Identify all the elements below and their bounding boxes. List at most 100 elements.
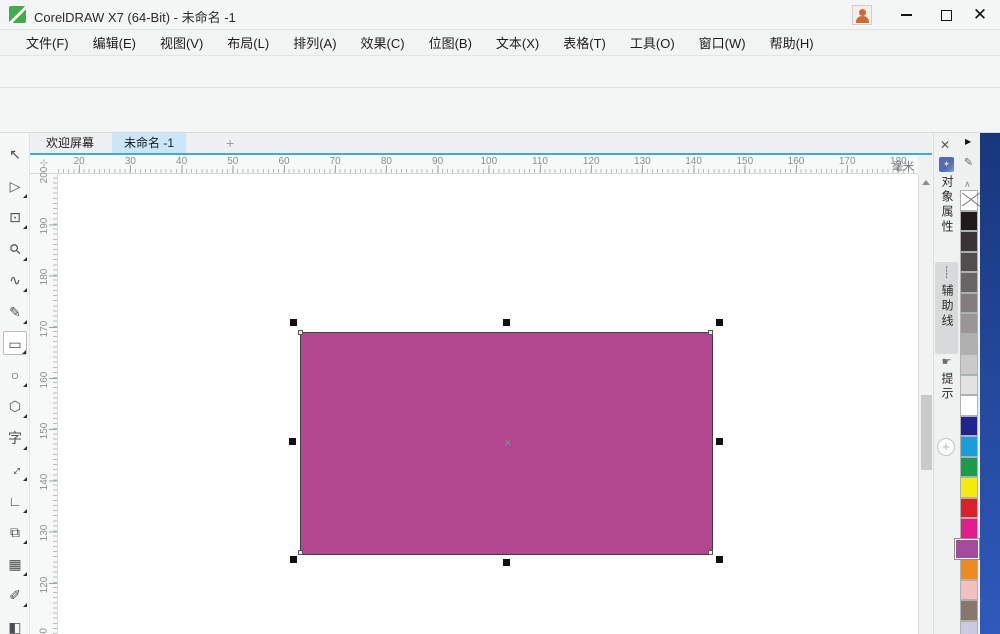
drop-shadow-tool[interactable]: ⧉ bbox=[3, 520, 27, 544]
swatch-cyan[interactable] bbox=[960, 436, 978, 457]
docker-tab-hints[interactable]: 提示 bbox=[939, 372, 956, 402]
swatch-no-color[interactable] bbox=[960, 190, 978, 211]
corner-node-tl[interactable] bbox=[298, 330, 303, 335]
swatch-green[interactable] bbox=[960, 457, 978, 478]
crop-tool-icon: ⊡ bbox=[9, 209, 21, 225]
shape-tool[interactable]: ▷ bbox=[3, 174, 27, 198]
vertical-scrollbar[interactable] bbox=[918, 174, 933, 634]
scrollbar-thumb[interactable] bbox=[921, 395, 932, 470]
ellipse-tool-icon: ○ bbox=[11, 367, 19, 383]
swatch-lavender[interactable] bbox=[960, 621, 978, 634]
v-ruler-label: 140 bbox=[39, 474, 50, 491]
selection-handle-bm[interactable] bbox=[503, 559, 510, 566]
v-ruler-label: 130 bbox=[39, 525, 50, 542]
menu-window[interactable]: 窗口(W) bbox=[687, 29, 758, 56]
swatch-black[interactable] bbox=[960, 211, 978, 232]
minimize-button[interactable] bbox=[884, 0, 928, 29]
selection-handle-br[interactable] bbox=[716, 556, 723, 563]
selection-handle-tr[interactable] bbox=[716, 319, 723, 326]
pick-tool[interactable]: ↖ bbox=[3, 142, 27, 166]
connector-tool[interactable]: ∟ bbox=[3, 489, 27, 513]
docker-close-icon[interactable]: ✕ bbox=[940, 138, 950, 152]
v-ruler-label: 180 bbox=[39, 269, 50, 286]
flyout-arrow bbox=[23, 509, 27, 513]
tab-untitled-1[interactable]: 未命名 -1 bbox=[112, 133, 186, 153]
user-account-icon[interactable] bbox=[852, 5, 872, 25]
selection-handle-mr[interactable] bbox=[716, 438, 723, 445]
corner-node-br[interactable] bbox=[708, 550, 713, 555]
h-ruler-label: 160 bbox=[788, 156, 805, 167]
palette-eyedropper-icon[interactable]: ✐ bbox=[961, 157, 974, 166]
text-tool[interactable]: 字 bbox=[3, 426, 27, 450]
swatch-black-20[interactable] bbox=[960, 375, 978, 396]
dimension-tool[interactable]: ↔ bbox=[3, 457, 27, 481]
guidelines-icon[interactable]: ┊ bbox=[939, 266, 954, 281]
h-ruler-label: 70 bbox=[330, 156, 341, 167]
swatch-blue[interactable] bbox=[960, 416, 978, 437]
selection-handle-bl[interactable] bbox=[290, 556, 297, 563]
swatch-yellow[interactable] bbox=[960, 477, 978, 498]
h-ruler-label: 150 bbox=[736, 156, 753, 167]
v-ruler-label: 200 bbox=[39, 167, 50, 184]
selection-handle-tl[interactable] bbox=[290, 319, 297, 326]
corner-node-bl[interactable] bbox=[298, 550, 303, 555]
swatch-brown[interactable] bbox=[960, 600, 978, 621]
new-tab-button[interactable]: + bbox=[226, 135, 234, 151]
scroll-up-arrow[interactable] bbox=[922, 180, 930, 185]
swatch-pink[interactable] bbox=[960, 580, 978, 601]
menu-table[interactable]: 表格(T) bbox=[551, 29, 618, 56]
freehand-tool[interactable]: ∿ bbox=[3, 268, 27, 292]
vertical-ruler[interactable]: 200190180170160150140130120110 bbox=[30, 174, 58, 634]
quick-customize-button[interactable]: + bbox=[937, 438, 955, 456]
menu-edit[interactable]: 编辑(E) bbox=[81, 29, 148, 56]
palette-flyout-arrow[interactable]: ▶ bbox=[965, 137, 971, 146]
eyedropper-tool[interactable]: ✐ bbox=[3, 583, 27, 607]
swatch-black-40[interactable] bbox=[960, 334, 978, 355]
corner-node-tr[interactable] bbox=[708, 330, 713, 335]
toolbox: ↖ ▷ ⊡ ⚲ ∿ ✎ ▭ ○ ⬡ 字 ↔ ∟ ⧉ ▦ ✐ ◧ bbox=[0, 133, 30, 634]
artistic-media-tool[interactable]: ✎ bbox=[3, 300, 27, 324]
polygon-tool[interactable]: ⬡ bbox=[3, 394, 27, 418]
swatch-magenta[interactable] bbox=[960, 518, 978, 539]
h-ruler-label: 80 bbox=[381, 156, 392, 167]
selection-handle-ml[interactable] bbox=[289, 438, 296, 445]
menu-layout[interactable]: 布局(L) bbox=[215, 29, 281, 56]
menu-view[interactable]: 视图(V) bbox=[148, 29, 215, 56]
menu-tools[interactable]: 工具(O) bbox=[618, 29, 687, 56]
menu-arrange[interactable]: 排列(A) bbox=[281, 29, 348, 56]
close-button[interactable]: ✕ bbox=[958, 0, 1000, 29]
crop-tool[interactable]: ⊡ bbox=[3, 205, 27, 229]
swatch-black-90[interactable] bbox=[960, 231, 978, 252]
object-center-mark[interactable]: ✕ bbox=[504, 438, 512, 449]
object-properties-icon[interactable]: ✦ bbox=[939, 157, 954, 172]
drawing-canvas[interactable]: ✕ bbox=[58, 174, 918, 634]
hints-icon[interactable]: ☛ bbox=[939, 355, 954, 370]
swatch-white[interactable] bbox=[960, 395, 978, 416]
swatch-black-80[interactable] bbox=[960, 252, 978, 273]
zoom-tool[interactable]: ⚲ bbox=[3, 237, 27, 261]
swatch-black-30[interactable] bbox=[960, 354, 978, 375]
menu-effects[interactable]: 效果(C) bbox=[349, 29, 417, 56]
swatch-black-50[interactable] bbox=[960, 313, 978, 334]
docker-tab-object-properties[interactable]: 对象属性 bbox=[939, 175, 956, 235]
swatch-purple[interactable] bbox=[955, 539, 979, 560]
swatch-red[interactable] bbox=[960, 498, 978, 519]
menu-bitmaps[interactable]: 位图(B) bbox=[417, 29, 484, 56]
swatch-black-60[interactable] bbox=[960, 293, 978, 314]
swatch-orange[interactable] bbox=[960, 559, 978, 580]
polygon-tool-icon: ⬡ bbox=[9, 398, 21, 414]
rectangle-tool[interactable]: ▭ bbox=[3, 331, 27, 355]
transparency-tool[interactable]: ▦ bbox=[3, 552, 27, 576]
docker-tab-guidelines[interactable]: 辅助线 bbox=[939, 284, 956, 329]
menu-help[interactable]: 帮助(H) bbox=[758, 29, 826, 56]
palette-scroll-up-icon[interactable]: ∧ bbox=[964, 179, 971, 190]
horizontal-ruler[interactable]: 毫米 2030405060708090100110120130140150160… bbox=[58, 155, 918, 174]
ellipse-tool[interactable]: ○ bbox=[3, 363, 27, 387]
tab-welcome[interactable]: 欢迎屏幕 bbox=[34, 133, 106, 153]
selection-handle-tm[interactable] bbox=[503, 319, 510, 326]
menu-text[interactable]: 文本(X) bbox=[484, 29, 551, 56]
swatch-black-70[interactable] bbox=[960, 272, 978, 293]
menu-file[interactable]: 文件(F) bbox=[14, 29, 81, 56]
fill-tool[interactable]: ◧ bbox=[3, 615, 27, 634]
text-tool-icon: 字 bbox=[8, 430, 22, 446]
